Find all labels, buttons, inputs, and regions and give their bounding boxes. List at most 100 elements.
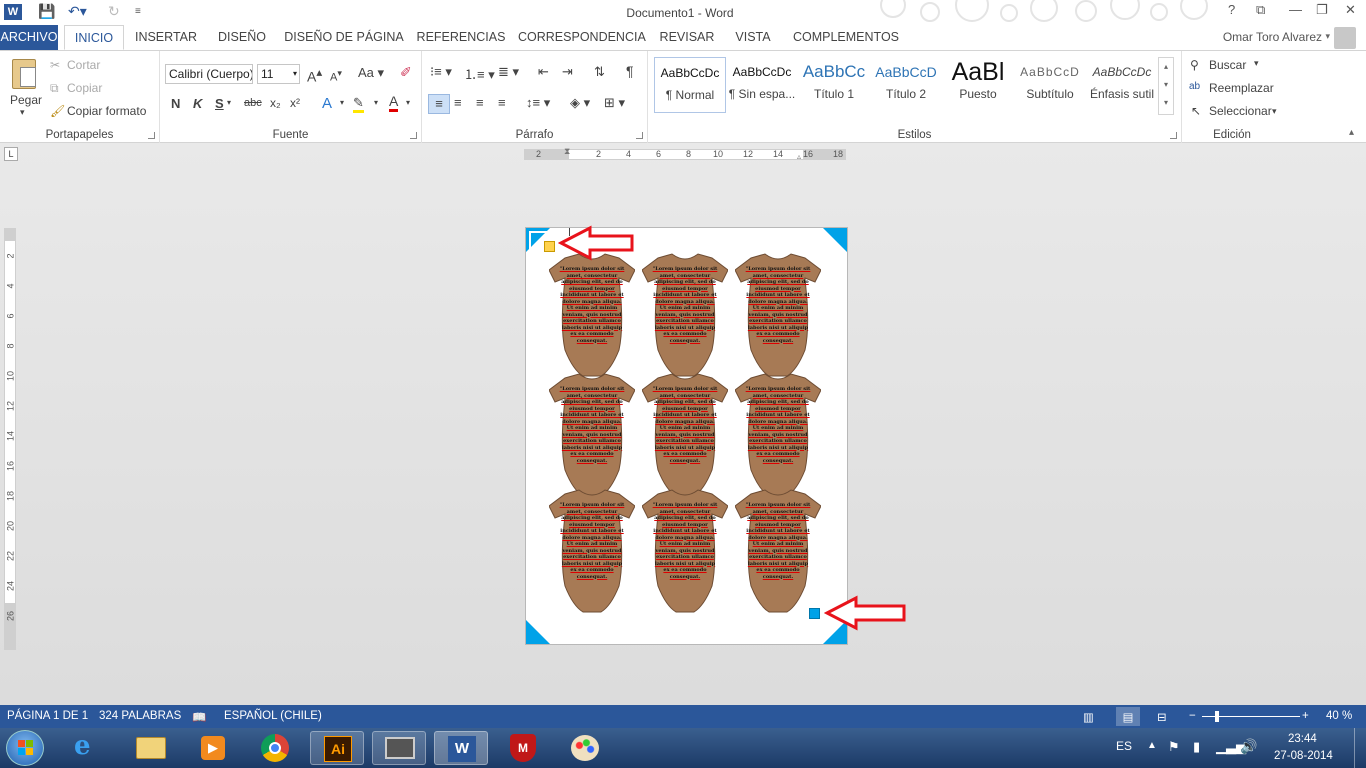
bullets-icon[interactable]: ⁝≡ ▾ xyxy=(430,64,452,80)
chevron-down-icon[interactable]: ▾ xyxy=(1254,58,1259,69)
minimize-icon[interactable]: — xyxy=(1289,2,1302,17)
subscript-button[interactable]: x₂ xyxy=(270,96,281,110)
shape-handle-yellow[interactable] xyxy=(544,241,555,252)
onesie-shape[interactable]: "Lorem ipsum dolor sit amet, consectetur… xyxy=(735,372,821,500)
multilevel-list-icon[interactable]: ≣ ▾ xyxy=(498,64,519,80)
bold-button[interactable]: N xyxy=(171,96,180,111)
tab-inicio[interactable]: INICIO xyxy=(64,25,124,50)
tab-diseno[interactable]: DISEÑO xyxy=(212,25,272,50)
font-color-button[interactable]: A xyxy=(389,94,399,112)
cut-icon[interactable]: ✂ xyxy=(50,58,60,72)
close-icon[interactable]: ✕ xyxy=(1345,2,1356,18)
undo-icon[interactable]: ↶▾ xyxy=(68,3,87,20)
show-hidden-icons-icon[interactable]: ▲ xyxy=(1147,740,1157,751)
maximize-icon[interactable]: ❐ xyxy=(1316,2,1328,18)
horizontal-ruler[interactable]: 2 2 4 6 8 10 12 14 16 18 ⧗ ▵ xyxy=(524,146,846,161)
align-right-icon[interactable]: ≡ xyxy=(476,95,484,110)
clear-format-icon[interactable]: ✐ xyxy=(400,64,412,81)
restore-ribbon-icon[interactable]: ⧉ xyxy=(1256,2,1265,18)
proofing-icon[interactable]: 📖 xyxy=(192,710,206,724)
tab-diseno-pagina[interactable]: DISEÑO DE PÁGINA xyxy=(284,25,404,50)
tab-selector-icon[interactable]: L xyxy=(4,147,18,161)
onesie-shape[interactable]: "Lorem ipsum dolor sit amet, consectetur… xyxy=(642,252,728,380)
change-case-button[interactable]: Aa ▾ xyxy=(358,65,384,81)
tab-referencias[interactable]: REFERENCIAS xyxy=(416,25,506,50)
onesie-shape[interactable]: "Lorem ipsum dolor sit amet, consectetur… xyxy=(549,252,635,380)
volume-icon[interactable]: 🔊 xyxy=(1240,738,1257,755)
style-puesto[interactable]: AaBl Puesto xyxy=(942,57,1014,113)
show-formatting-button[interactable]: ¶ xyxy=(626,63,634,79)
taskbar-monitor[interactable] xyxy=(372,731,426,765)
battery-icon[interactable]: ▮ xyxy=(1193,739,1200,755)
style-subtitulo[interactable]: AaBbCcD Subtítulo xyxy=(1014,57,1086,113)
taskbar-ie[interactable]: e xyxy=(62,731,116,765)
replace-icon[interactable]: ab xyxy=(1189,81,1200,92)
chevron-down-icon[interactable]: ▾ xyxy=(374,98,378,107)
zoom-out-icon[interactable]: − xyxy=(1189,710,1196,722)
chevron-down-icon[interactable]: ▾ xyxy=(1325,31,1330,42)
collapse-ribbon-icon[interactable]: ▴ xyxy=(1349,127,1354,138)
onesie-shape[interactable]: "Lorem ipsum dolor sit amet, consectetur… xyxy=(735,488,821,616)
word-count[interactable]: 324 PALABRAS xyxy=(99,710,181,722)
paste-label[interactable]: Pegar xyxy=(10,93,42,107)
chevron-down-icon[interactable]: ▾ xyxy=(227,98,231,107)
copy-icon[interactable]: ⧉ xyxy=(50,81,59,96)
onesie-shape[interactable]: "Lorem ipsum dolor sit amet, consectetur… xyxy=(549,372,635,500)
styles-scroll[interactable]: ▴ ▾ ▾ xyxy=(1158,57,1174,115)
input-language[interactable]: ES xyxy=(1116,739,1132,753)
taskbar-word[interactable]: W xyxy=(434,731,488,765)
borders-icon[interactable]: ⊞ ▾ xyxy=(604,95,625,111)
style-titulo-1[interactable]: AaBbCc Título 1 xyxy=(798,57,870,113)
tab-revisar[interactable]: REVISAR xyxy=(656,25,718,50)
justify-icon[interactable]: ≡ xyxy=(498,95,506,110)
chevron-down-icon[interactable]: ▾ xyxy=(406,98,410,107)
find-button[interactable]: Buscar xyxy=(1209,58,1246,72)
font-size-combo[interactable]: 11 ▾ xyxy=(257,64,300,84)
save-icon[interactable]: 💾 xyxy=(38,3,55,20)
onesie-shape[interactable]: "Lorem ipsum dolor sit amet, consectetur… xyxy=(549,488,635,616)
tab-archivo[interactable]: ARCHIVO xyxy=(0,25,58,50)
user-name[interactable]: Omar Toro Alvarez xyxy=(1223,30,1322,44)
web-layout-icon[interactable]: ⊟ xyxy=(1157,710,1167,724)
onesie-shape[interactable]: "Lorem ipsum dolor sit amet, consectetur… xyxy=(642,488,728,616)
numbering-icon[interactable]: ⒈≡ ▾ xyxy=(464,64,495,83)
replace-button[interactable]: Reemplazar xyxy=(1209,81,1274,95)
cut-button[interactable]: Cortar xyxy=(67,58,100,72)
text-effects-button[interactable]: A xyxy=(322,95,332,112)
customize-icon[interactable]: ≡ xyxy=(135,6,141,17)
page-count[interactable]: PÁGINA 1 DE 1 xyxy=(7,710,88,722)
align-left-icon[interactable]: ≡ xyxy=(428,94,450,114)
avatar[interactable] xyxy=(1334,27,1356,49)
select-button[interactable]: Seleccionar xyxy=(1209,104,1272,118)
word-app-icon[interactable]: W xyxy=(4,4,22,20)
sort-icon[interactable]: ⇅ xyxy=(594,64,605,80)
shrink-font-button[interactable]: A▾ xyxy=(330,68,342,84)
strikethrough-button[interactable]: abc xyxy=(244,97,262,109)
superscript-button[interactable]: x² xyxy=(290,96,300,110)
taskbar-mcafee[interactable]: M xyxy=(496,731,550,765)
cursor-icon[interactable]: ↖ xyxy=(1191,104,1201,118)
read-mode-icon[interactable]: ▥ xyxy=(1083,710,1094,724)
align-center-icon[interactable]: ≡ xyxy=(454,95,462,110)
onesie-shape[interactable]: "Lorem ipsum dolor sit amet, consectetur… xyxy=(642,372,728,500)
document-page[interactable]: "Lorem ipsum dolor sit amet, consectetur… xyxy=(525,227,848,645)
chevron-down-icon[interactable]: ▾ xyxy=(20,107,25,118)
start-button[interactable] xyxy=(6,730,44,766)
onesie-shape[interactable]: "Lorem ipsum dolor sit amet, consectetur… xyxy=(735,252,821,380)
style-normal[interactable]: AaBbCcDc ¶ Normal xyxy=(654,57,726,113)
italic-button[interactable]: K xyxy=(193,96,202,111)
format-painter-button[interactable]: Copiar formato xyxy=(67,104,146,118)
right-indent-icon[interactable]: ▵ xyxy=(797,152,801,161)
dialog-launcher-icon[interactable] xyxy=(148,132,155,139)
highlight-icon[interactable]: ✎ xyxy=(353,96,364,113)
vertical-ruler[interactable]: 2 4 6 8 10 12 14 16 18 20 22 24 26 xyxy=(4,228,16,650)
action-center-icon[interactable]: ⚑ xyxy=(1168,739,1180,755)
grow-font-button[interactable]: A▴ xyxy=(307,65,322,85)
language[interactable]: ESPAÑOL (CHILE) xyxy=(224,710,322,722)
clock-date[interactable]: 27-08-2014 xyxy=(1274,750,1333,762)
dialog-launcher-icon[interactable] xyxy=(1170,132,1177,139)
increase-indent-icon[interactable]: ⇥ xyxy=(562,64,573,80)
dialog-launcher-icon[interactable] xyxy=(636,132,643,139)
show-desktop-button[interactable] xyxy=(1354,728,1366,768)
tab-complementos[interactable]: COMPLEMENTOS xyxy=(788,25,904,50)
